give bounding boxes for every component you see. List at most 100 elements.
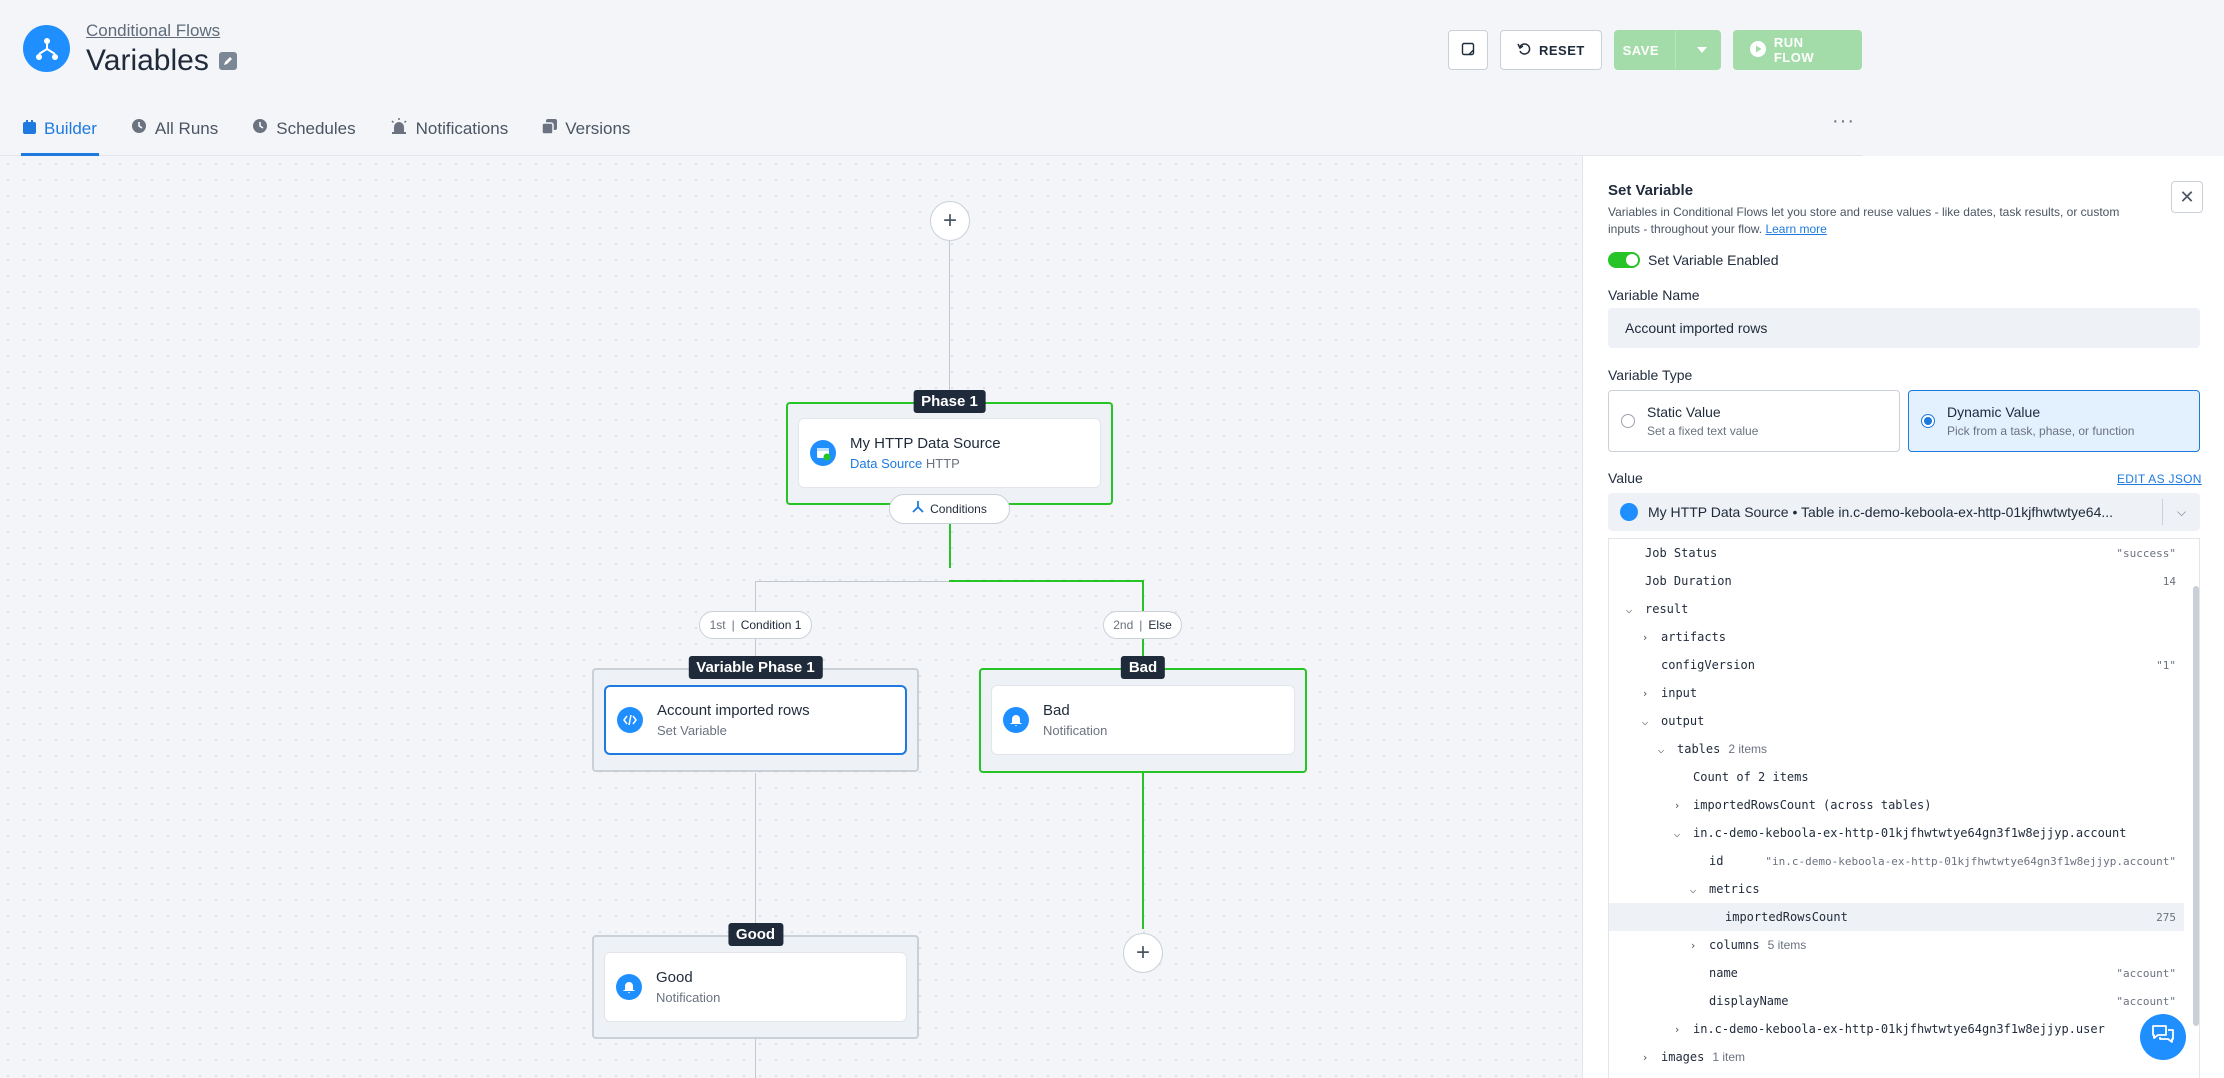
notes-button[interactable] xyxy=(1448,30,1488,70)
phase-variable-1[interactable]: Variable Phase 1 Account imported rows S… xyxy=(592,656,919,772)
edit-as-json-link[interactable]: EDIT AS JSON xyxy=(2117,472,2202,486)
tree-row-selected[interactable]: importedRowsCount 275 xyxy=(1609,903,2184,931)
edit-title-icon[interactable] xyxy=(218,52,237,70)
pipe-divider: | xyxy=(731,618,735,632)
tree-row[interactable]: displayName "account" xyxy=(1609,987,2184,1015)
chevron-right-icon[interactable]: › xyxy=(1637,631,1653,644)
tree-key: name xyxy=(1709,966,1738,980)
flow-canvas[interactable]: + Phase 1 My HTTP Data Source Data Sourc… xyxy=(0,156,1582,1078)
task-http-data-source[interactable]: My HTTP Data Source Data Source HTTP xyxy=(798,418,1101,488)
chevron-down-icon[interactable]: ⌵ xyxy=(1621,603,1637,616)
tree-scrollbar[interactable] xyxy=(2193,586,2199,1026)
tree-value: "1" xyxy=(2156,658,2176,672)
chevron-right-icon[interactable]: › xyxy=(1637,687,1653,700)
task-component-link[interactable]: Data Source xyxy=(850,456,922,471)
chevron-right-icon[interactable]: › xyxy=(1669,1023,1685,1036)
run-flow-button[interactable]: RUN FLOW xyxy=(1732,30,1862,70)
value-tree[interactable]: Job Status "success" Job Duration 14 ⌵ resu… xyxy=(1608,538,2200,1078)
tab-notifications[interactable]: Notifications xyxy=(388,104,511,156)
tree-key: configVersion xyxy=(1661,658,1755,672)
chat-support-button[interactable] xyxy=(2140,1014,2186,1060)
tab-all-runs[interactable]: All Runs xyxy=(129,104,220,156)
tab-versions-label: Versions xyxy=(565,118,631,138)
tab-versions[interactable]: Versions xyxy=(540,104,632,156)
tree-row[interactable]: ⌵ in.c-demo-keboola-ex-http-01kjfhwtwtye6… xyxy=(1609,819,2184,847)
task-bad-notification[interactable]: Bad Notification xyxy=(991,685,1295,755)
tree-row[interactable]: › input xyxy=(1609,679,2184,707)
tree-row[interactable]: Job Status "success" xyxy=(1609,539,2184,567)
tree-row[interactable]: › in.c-demo-keboola-ex-http-01kjfhwtwtye6… xyxy=(1609,1015,2184,1043)
tree-row[interactable]: Job Duration 14 xyxy=(1609,567,2184,595)
tree-key: input xyxy=(1661,686,1698,700)
dynamic-radio[interactable] xyxy=(1921,414,1935,428)
bell-icon xyxy=(616,974,642,1000)
phase-bad[interactable]: Bad Bad Notification xyxy=(979,656,1307,773)
close-panel-button[interactable]: ✕ xyxy=(2171,181,2203,213)
static-radio[interactable] xyxy=(1621,414,1635,428)
tree-row[interactable]: ⌵ result xyxy=(1609,595,2184,623)
panel-description: Variables in Conditional Flows let you s… xyxy=(1608,204,2148,238)
dynamic-title: Dynamic Value xyxy=(1947,404,2041,420)
chevron-down-icon[interactable]: ⌵ xyxy=(1669,827,1685,840)
chevron-right-icon[interactable]: › xyxy=(1685,939,1701,952)
bell-icon xyxy=(1003,707,1029,733)
phase-1[interactable]: Phase 1 My HTTP Data Source Data Source … xyxy=(786,390,1113,505)
edge-branch-left-h xyxy=(755,581,950,582)
tree-row[interactable]: id "in.c-demo-keboola-ex-http-01kjfhwtwty… xyxy=(1609,847,2184,875)
branch-condition-1[interactable]: 1st | Condition 1 xyxy=(699,611,812,639)
chevron-right-icon[interactable]: › xyxy=(1669,799,1685,812)
edge-var-to-good xyxy=(755,773,756,933)
chevron-down-icon[interactable]: ⌵ xyxy=(1685,883,1701,896)
page-header: Conditional Flows Variables RESET SAVE R… xyxy=(0,0,1862,156)
tree-value: 14 xyxy=(2162,574,2176,588)
reset-button[interactable]: RESET xyxy=(1500,30,1602,70)
tree-row[interactable]: › images 1 item xyxy=(1609,1043,2184,1071)
breadcrumb-conditional-flows[interactable]: Conditional Flows xyxy=(86,21,220,41)
tree-row[interactable]: › columns 5 items xyxy=(1609,931,2184,959)
add-phase-button-bad[interactable]: + xyxy=(1123,933,1163,973)
page-title: Variables xyxy=(86,44,237,78)
chevron-down-icon[interactable]: ⌵ xyxy=(1653,743,1669,756)
tree-key: Job Duration xyxy=(1645,574,1732,588)
chevron-down-icon[interactable] xyxy=(1684,47,1720,53)
task-component-type: HTTP xyxy=(925,456,960,471)
dynamic-value-option[interactable]: Dynamic Value Pick from a task, phase, o… xyxy=(1908,390,2200,452)
variable-name-input[interactable]: Account imported rows xyxy=(1608,308,2200,348)
branch-else[interactable]: 2nd | Else xyxy=(1103,611,1182,639)
tree-row[interactable]: › artifacts xyxy=(1609,623,2184,651)
learn-more-link[interactable]: Learn more xyxy=(1765,222,1826,236)
chevron-down-icon[interactable]: ⌵ xyxy=(1637,715,1653,728)
tree-row[interactable]: ⌵ output xyxy=(1609,707,2184,735)
code-icon xyxy=(617,707,643,733)
enabled-toggle[interactable] xyxy=(1608,252,1640,268)
panel-description-text: Variables in Conditional Flows let you s… xyxy=(1608,205,2120,236)
save-button[interactable]: SAVE xyxy=(1613,30,1721,70)
tree-count: 2 items xyxy=(1728,742,1768,756)
tree-row[interactable]: name "account" xyxy=(1609,959,2184,987)
static-value-option[interactable]: Static Value Set a fixed text value xyxy=(1608,390,1900,452)
chevron-right-icon[interactable]: › xyxy=(1637,1051,1653,1064)
task-text: Bad Notification xyxy=(1043,702,1107,738)
phase-good[interactable]: Good Good Notification xyxy=(592,923,919,1039)
task-account-imported-rows[interactable]: Account imported rows Set Variable xyxy=(604,685,907,755)
tree-row[interactable]: Count of 2 items xyxy=(1609,763,2184,791)
static-title: Static Value xyxy=(1647,404,1721,420)
branch-2-label: Else xyxy=(1148,618,1172,632)
more-options-icon[interactable]: ··· xyxy=(1832,110,1855,133)
tab-schedules[interactable]: Schedules xyxy=(250,104,357,156)
task-title: Account imported rows xyxy=(657,702,810,719)
tree-row[interactable]: ⌵ metrics xyxy=(1609,875,2184,903)
conditions-button[interactable]: Conditions xyxy=(889,494,1010,524)
branch-2-order: 2nd xyxy=(1113,618,1134,632)
tree-key: Job Status xyxy=(1645,546,1718,560)
tree-row[interactable]: ⌵ tables 2 items xyxy=(1609,735,2184,763)
tree-row[interactable]: › importedRowsCount (across tables) xyxy=(1609,791,2184,819)
tree-value: "in.c-demo-keboola-ex-http-01kjfhwtwtye6… xyxy=(1765,854,2176,868)
task-good-notification[interactable]: Good Notification xyxy=(604,952,907,1022)
chevron-down-icon[interactable]: ⌵ xyxy=(2162,499,2200,525)
task-subtitle: Notification xyxy=(656,990,721,1005)
add-phase-button-top[interactable]: + xyxy=(930,201,970,241)
tree-row[interactable]: configVersion "1" xyxy=(1609,651,2184,679)
tab-builder[interactable]: Builder xyxy=(21,104,99,156)
value-select[interactable]: My HTTP Data Source • Table in.c-demo-ke… xyxy=(1608,493,2200,531)
